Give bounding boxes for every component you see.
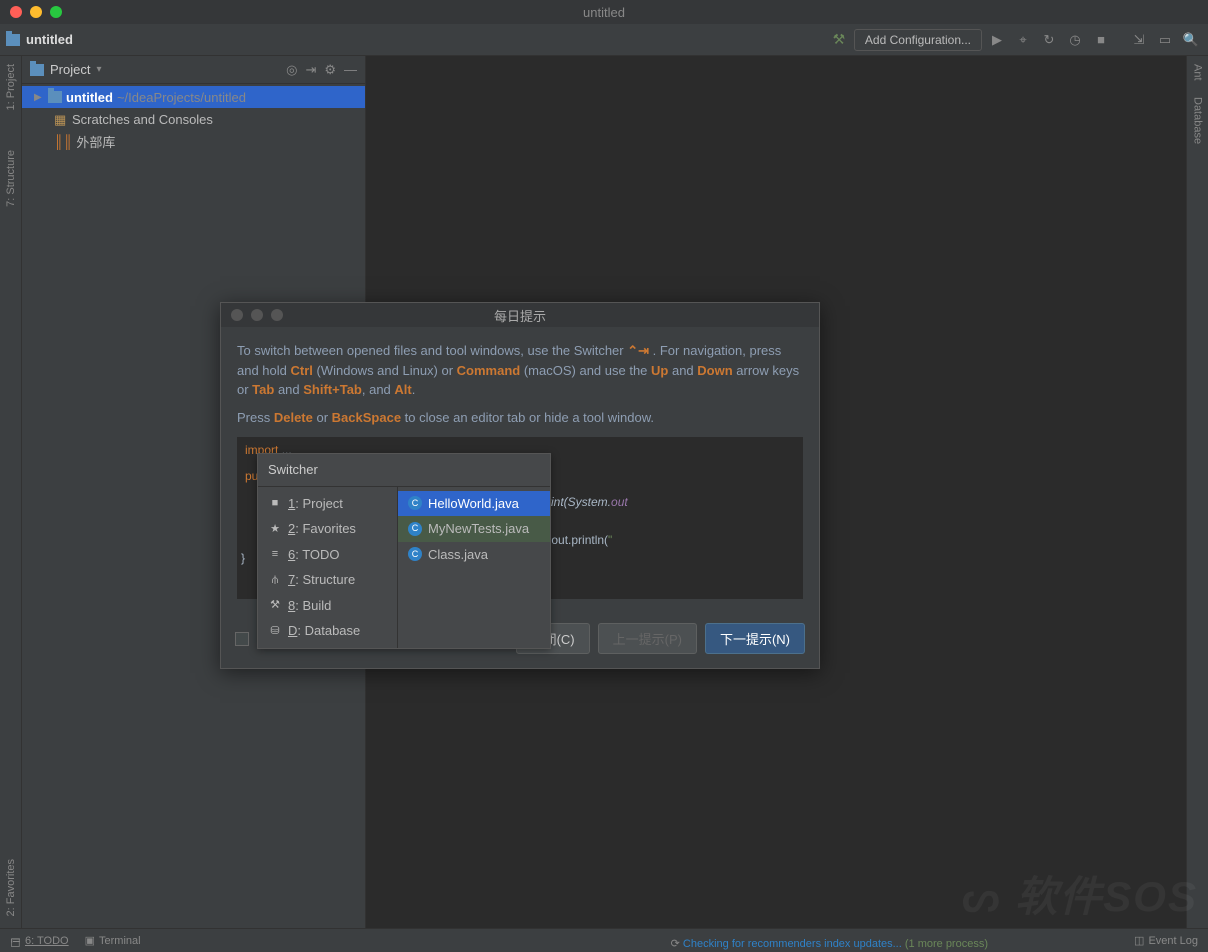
run-icon[interactable]: ▶ <box>986 29 1008 51</box>
dialog-maximize-button <box>271 309 283 321</box>
tree-scratches[interactable]: ▦ Scratches and Consoles <box>22 108 365 130</box>
statusbar-process[interactable]: ⟳ Checking for recommenders index update… <box>671 937 988 950</box>
dialog-title: 每日提示 <box>494 306 546 325</box>
update-project-icon[interactable]: ⇲ <box>1128 29 1150 51</box>
switcher-popup: Switcher ■1: Project★2: Favorites≡6: TOD… <box>257 453 551 649</box>
tree-ext-libs-label: 外部库 <box>76 132 115 151</box>
build-icon[interactable]: ⚒ <box>828 29 850 51</box>
tree-external-libraries[interactable]: ║║ 外部库 <box>22 130 365 152</box>
hide-icon[interactable]: — <box>344 62 357 78</box>
switcher-file-item[interactable]: CMyNewTests.java <box>398 516 550 542</box>
tip-of-day-dialog: 每日提示 To switch between opened files and … <box>220 302 820 669</box>
sidebar-tab-ant[interactable]: Ant <box>1192 64 1204 81</box>
search-everywhere-icon[interactable]: 🔍 <box>1180 29 1202 51</box>
tree-root[interactable]: ▶ untitled ~/IdeaProjects/untitled <box>22 86 365 108</box>
panel-title-text[interactable]: Project <box>50 62 90 77</box>
expand-arrow-icon[interactable]: ▶ <box>34 92 44 103</box>
watermark: ᔕ 软件SOS <box>962 863 1198 924</box>
tree-root-name: untitled <box>66 90 113 105</box>
dialog-close-button[interactable] <box>231 309 243 321</box>
layout-icon[interactable]: ▭ <box>1154 29 1176 51</box>
prev-tip-button[interactable]: 上一提示(P) <box>598 623 697 654</box>
status-bar: ≔ 6: TODO ▣ Terminal ◫ Event Log <box>0 928 1208 952</box>
switcher-title: Switcher <box>258 454 550 487</box>
close-window-button[interactable] <box>10 6 22 18</box>
switcher-tool-item[interactable]: ⫛7: Structure <box>258 567 397 593</box>
left-tool-strip: 1: Project 7: Structure 2: Favorites <box>0 56 22 928</box>
switcher-files: CHelloWorld.javaCMyNewTests.javaCClass.j… <box>398 487 550 648</box>
breadcrumb[interactable]: untitled <box>26 32 73 47</box>
switcher-file-item[interactable]: CClass.java <box>398 542 550 568</box>
run-coverage-icon[interactable]: ↻ <box>1038 29 1060 51</box>
sidebar-tab-structure[interactable]: 7: Structure <box>5 150 17 207</box>
sidebar-tab-project[interactable]: 1: Project <box>5 64 17 110</box>
dialog-minimize-button <box>251 309 263 321</box>
panel-folder-icon <box>30 64 44 76</box>
switcher-tool-item[interactable]: ⛁D: Database <box>258 618 397 644</box>
switcher-tool-item[interactable]: ★2: Favorites <box>258 516 397 542</box>
collapse-all-icon[interactable]: ⇥ <box>305 62 316 78</box>
checkbox-icon[interactable] <box>235 632 249 646</box>
right-tool-strip: Ant Database <box>1186 56 1208 928</box>
titlebar: untitled <box>0 0 1208 24</box>
sidebar-tab-favorites[interactable]: 2: Favorites <box>5 859 17 916</box>
switcher-tool-item[interactable]: ■1: Project <box>258 491 397 517</box>
switcher-file-item[interactable]: CHelloWorld.java <box>398 491 550 517</box>
window-title: untitled <box>583 5 625 20</box>
project-folder-icon <box>6 34 20 46</box>
dialog-body: To switch between opened files and tool … <box>221 327 819 613</box>
switcher-tool-item[interactable]: ≡6: TODO <box>258 542 397 568</box>
locate-icon[interactable]: ◎ <box>286 62 297 78</box>
statusbar-terminal[interactable]: ▣ Terminal <box>85 934 141 947</box>
sidebar-tab-database[interactable]: Database <box>1192 97 1204 144</box>
tree-root-path: ~/IdeaProjects/untitled <box>117 90 246 105</box>
statusbar-eventlog[interactable]: ◫ Event Log <box>1134 934 1198 947</box>
run-config-dropdown[interactable]: Add Configuration... <box>854 29 982 51</box>
minimize-window-button[interactable] <box>30 6 42 18</box>
panel-dropdown-icon[interactable]: ▾ <box>96 64 101 75</box>
switcher-tool-windows: ■1: Project★2: Favorites≡6: TODO⫛7: Stru… <box>258 487 398 648</box>
next-tip-button[interactable]: 下一提示(N) <box>705 623 805 654</box>
debug-icon[interactable]: ⌖ <box>1012 29 1034 51</box>
settings-icon[interactable]: ⚙ <box>324 62 336 78</box>
stop-icon[interactable]: ■ <box>1090 29 1112 51</box>
tip-paragraph-2: Press Delete or BackSpace to close an ed… <box>237 408 803 428</box>
folder-icon <box>48 91 62 103</box>
project-tree[interactable]: ▶ untitled ~/IdeaProjects/untitled ▦ Scra… <box>22 84 365 154</box>
tip-paragraph-1: To switch between opened files and tool … <box>237 341 803 400</box>
profile-icon[interactable]: ◷ <box>1064 29 1086 51</box>
maximize-window-button[interactable] <box>50 6 62 18</box>
tree-scratches-label: Scratches and Consoles <box>72 112 213 127</box>
tip-code-sample: import import ...... pu rint(System.out … <box>237 437 803 599</box>
navigation-bar: untitled ⚒ Add Configuration... ▶ ⌖ ↻ ◷ … <box>0 24 1208 56</box>
switcher-tool-item[interactable]: ⚒8: Build <box>258 593 397 619</box>
statusbar-window-icon[interactable]: ◻ <box>10 934 21 950</box>
